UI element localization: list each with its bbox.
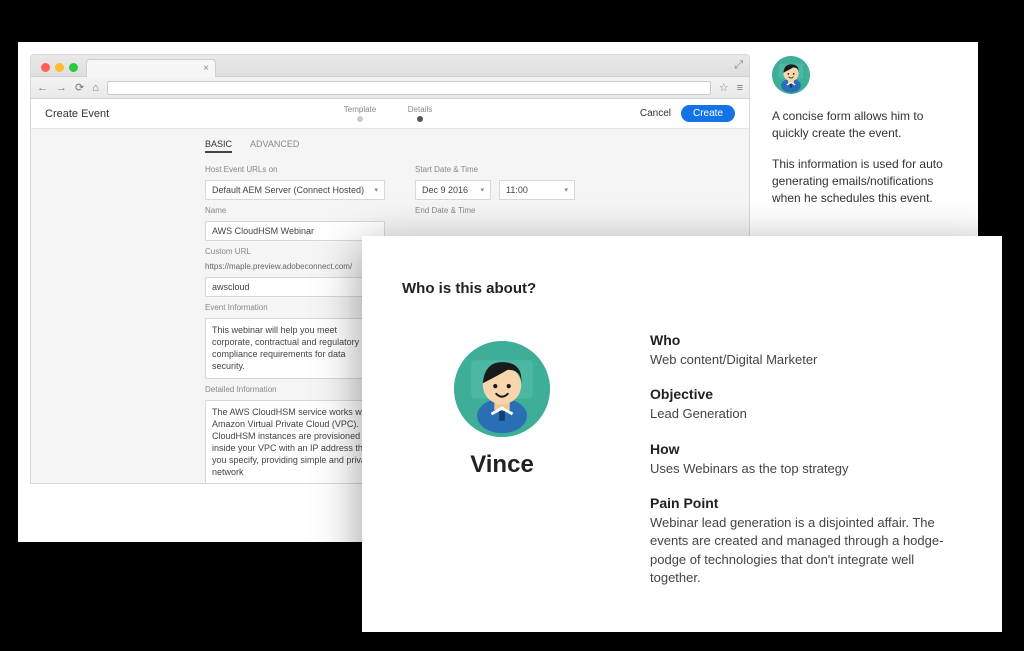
step-details-label: Details — [408, 105, 432, 114]
persona-name: Vince — [470, 451, 534, 479]
bookmark-star-icon[interactable]: ☆ — [719, 81, 729, 94]
persona-card: Who is this about? Vince Who Web content… — [362, 236, 1002, 632]
expand-window-icon[interactable]: ⤢ — [734, 59, 743, 72]
start-time-select[interactable]: 11:00 ▾ — [499, 180, 575, 200]
detailed-info-textarea[interactable]: The AWS CloudHSM service works with Amaz… — [205, 400, 385, 483]
description-paragraph-2: This information is used for auto genera… — [772, 156, 956, 207]
url-bar[interactable] — [107, 81, 711, 95]
cancel-button[interactable]: Cancel — [640, 108, 671, 119]
end-datetime-label: End Date & Time — [415, 206, 575, 215]
objective-value: Lead Generation — [650, 405, 962, 423]
persona-avatar-small — [772, 56, 810, 94]
window-minimize-icon[interactable] — [55, 63, 64, 72]
chevron-down-icon: ▾ — [374, 186, 378, 194]
form-left-column: Host Event URLs on Default AEM Server (C… — [205, 165, 385, 483]
how-label: How — [650, 440, 962, 460]
nav-back-icon[interactable]: ← — [37, 82, 48, 94]
who-value: Web content/Digital Marketer — [650, 351, 962, 369]
browser-tab[interactable]: × — [86, 59, 216, 77]
pain-point-value: Webinar lead generation is a disjointed … — [650, 514, 962, 588]
nav-forward-icon[interactable]: → — [56, 82, 67, 94]
browser-toolbar: ← → ⟳ ⌂ ☆ ≡ — [31, 77, 749, 99]
host-url-select[interactable]: Default AEM Server (Connect Hosted) ▾ — [205, 180, 385, 200]
tab-advanced[interactable]: ADVANCED — [250, 139, 299, 153]
browser-tabbar: × ⤢ — [31, 55, 749, 77]
who-label: Who — [650, 331, 962, 351]
persona-heading: Who is this about? — [402, 280, 962, 297]
window-zoom-icon[interactable] — [69, 63, 78, 72]
step-details-node[interactable] — [417, 116, 423, 122]
tab-basic[interactable]: BASIC — [205, 139, 232, 153]
chevron-down-icon: ▾ — [480, 186, 484, 194]
custom-url-label: Custom URL — [205, 247, 385, 256]
step-template-label: Template — [344, 105, 376, 114]
app-header: Create Event Template Details Cancel Cre… — [31, 99, 749, 129]
form-tabs: BASIC ADVANCED — [205, 139, 749, 153]
custom-url-input[interactable]: awscloud — [205, 277, 385, 297]
wizard-stepper: Template Details — [330, 105, 450, 122]
name-input[interactable]: AWS CloudHSM Webinar — [205, 221, 385, 241]
step-template-node[interactable] — [357, 116, 363, 122]
description-paragraph-1: A concise form allows him to quickly cre… — [772, 108, 956, 142]
window-close-icon[interactable] — [41, 63, 50, 72]
nav-reload-icon[interactable]: ⟳ — [75, 81, 84, 94]
start-date-select[interactable]: Dec 9 2016 ▾ — [415, 180, 491, 200]
host-url-label: Host Event URLs on — [205, 165, 385, 174]
chevron-down-icon: ▾ — [564, 186, 568, 194]
create-button[interactable]: Create — [681, 105, 735, 122]
persona-details: Who Web content/Digital Marketer Objecti… — [650, 331, 962, 604]
how-value: Uses Webinars as the top strategy — [650, 460, 962, 478]
pain-point-label: Pain Point — [650, 494, 962, 514]
detailed-info-label: Detailed Information — [205, 385, 385, 394]
page-title: Create Event — [45, 108, 109, 120]
event-info-textarea[interactable]: This webinar will help you meet corporat… — [205, 318, 385, 379]
event-info-label: Event Information — [205, 303, 385, 312]
start-datetime-label: Start Date & Time — [415, 165, 575, 174]
persona-avatar-large — [454, 341, 550, 437]
browser-menu-icon[interactable]: ≡ — [737, 82, 743, 94]
tab-close-icon[interactable]: × — [203, 63, 209, 74]
name-label: Name — [205, 206, 385, 215]
custom-url-prefix: https://maple.preview.adobeconnect.com/ — [205, 262, 385, 271]
objective-label: Objective — [650, 385, 962, 405]
nav-home-icon[interactable]: ⌂ — [92, 82, 99, 94]
